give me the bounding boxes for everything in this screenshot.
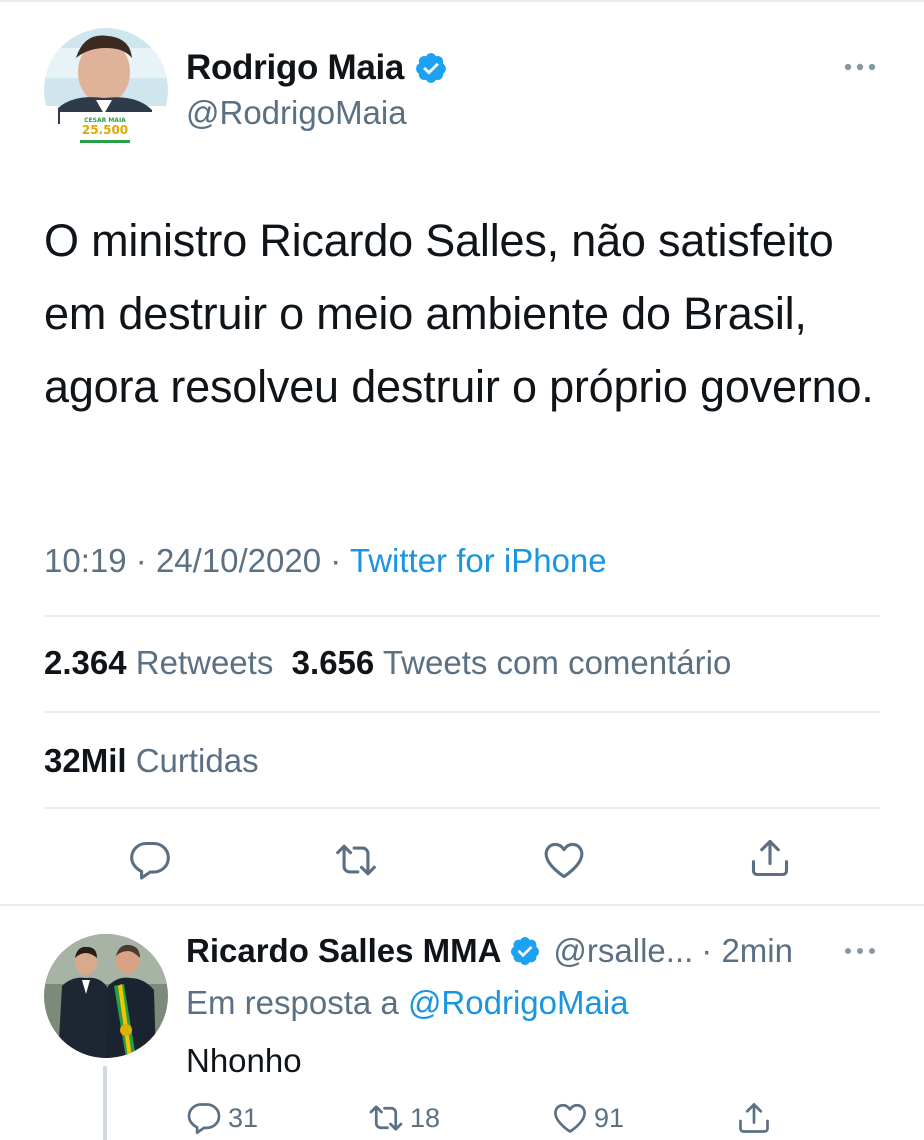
replying-to-mention[interactable]: @RodrigoMaia: [408, 984, 629, 1021]
tweet-time: 10:19: [44, 542, 127, 579]
replying-to-prefix: Em resposta a: [186, 984, 399, 1021]
top-divider: [0, 0, 924, 2]
reply-timestamp[interactable]: · 2min: [701, 932, 793, 970]
likes-count: 32Mil: [44, 742, 127, 779]
reply-author-name[interactable]: Ricardo Salles MMA: [186, 932, 501, 970]
reply-reply-count: 31: [228, 1102, 259, 1133]
reply-share-button[interactable]: [736, 1100, 772, 1136]
meta-separator: ·: [135, 542, 147, 579]
retweet-icon[interactable]: [334, 838, 378, 882]
reply-retweet-count: 18: [410, 1102, 441, 1133]
reply-like-button[interactable]: 91: [552, 1100, 624, 1136]
meta-separator: ·: [330, 542, 342, 579]
likes-stat[interactable]: 32Mil Curtidas: [44, 742, 259, 779]
reply-reply-button[interactable]: 31: [186, 1100, 258, 1136]
more-options-icon[interactable]: [840, 936, 880, 966]
retweet-stats-row: 2.364 Retweets 3.656 Tweets com comentár…: [44, 644, 731, 682]
reply-author-avatar[interactable]: [44, 934, 168, 1058]
verified-badge-icon: [509, 935, 541, 967]
tweet-text: O ministro Ricardo Salles, não satisfeit…: [44, 215, 874, 412]
more-options-icon[interactable]: [840, 52, 880, 82]
share-icon: [739, 1103, 769, 1133]
thread-connector-line: [103, 1066, 107, 1140]
retweets-label: Retweets: [135, 644, 274, 681]
heart-icon: [554, 1103, 586, 1133]
likes-label: Curtidas: [135, 742, 259, 779]
reply-text: Nhonho: [186, 1042, 302, 1079]
tweet-date: 24/10/2020: [155, 542, 322, 579]
reply-author-handle[interactable]: @rsalle...: [553, 932, 693, 970]
retweets-count: 2.364: [44, 644, 127, 681]
retweet-icon: [369, 1105, 403, 1131]
reply-icon[interactable]: [128, 838, 172, 882]
tweet-source-link[interactable]: Twitter for iPhone: [350, 542, 607, 579]
svg-text:25.500: 25.500: [82, 123, 128, 137]
heart-icon[interactable]: [542, 838, 586, 882]
quotes-stat[interactable]: 3.656 Tweets com comentário: [292, 644, 732, 681]
reply-icon: [187, 1103, 221, 1135]
author-handle[interactable]: @RodrigoMaia: [186, 94, 407, 132]
retweets-stat[interactable]: 2.364 Retweets: [44, 644, 273, 681]
author-avatar[interactable]: CESAR MAIA 25.500: [44, 28, 168, 152]
quotes-count: 3.656: [291, 644, 375, 681]
reply-like-count: 91: [594, 1102, 625, 1133]
tweet-metadata: 10:19 · 24/10/2020 · Twitter for iPhone: [44, 542, 607, 580]
reply-retweet-button[interactable]: 18: [368, 1100, 440, 1136]
likes-stats-row: 32Mil Curtidas: [44, 742, 259, 780]
replying-to-line: Em resposta a @RodrigoMaia: [186, 984, 629, 1022]
share-icon[interactable]: [748, 836, 792, 880]
author-name[interactable]: Rodrigo Maia: [186, 48, 404, 88]
divider: [44, 807, 880, 809]
quotes-label: Tweets com comentário: [382, 644, 732, 681]
reply-section-divider: [0, 904, 924, 906]
divider: [44, 615, 880, 617]
author-name-row[interactable]: Rodrigo Maia: [186, 48, 448, 88]
verified-badge-icon: [414, 51, 448, 85]
divider: [44, 711, 880, 713]
reply-header: Ricardo Salles MMA @rsalle... · 2min: [186, 932, 793, 970]
